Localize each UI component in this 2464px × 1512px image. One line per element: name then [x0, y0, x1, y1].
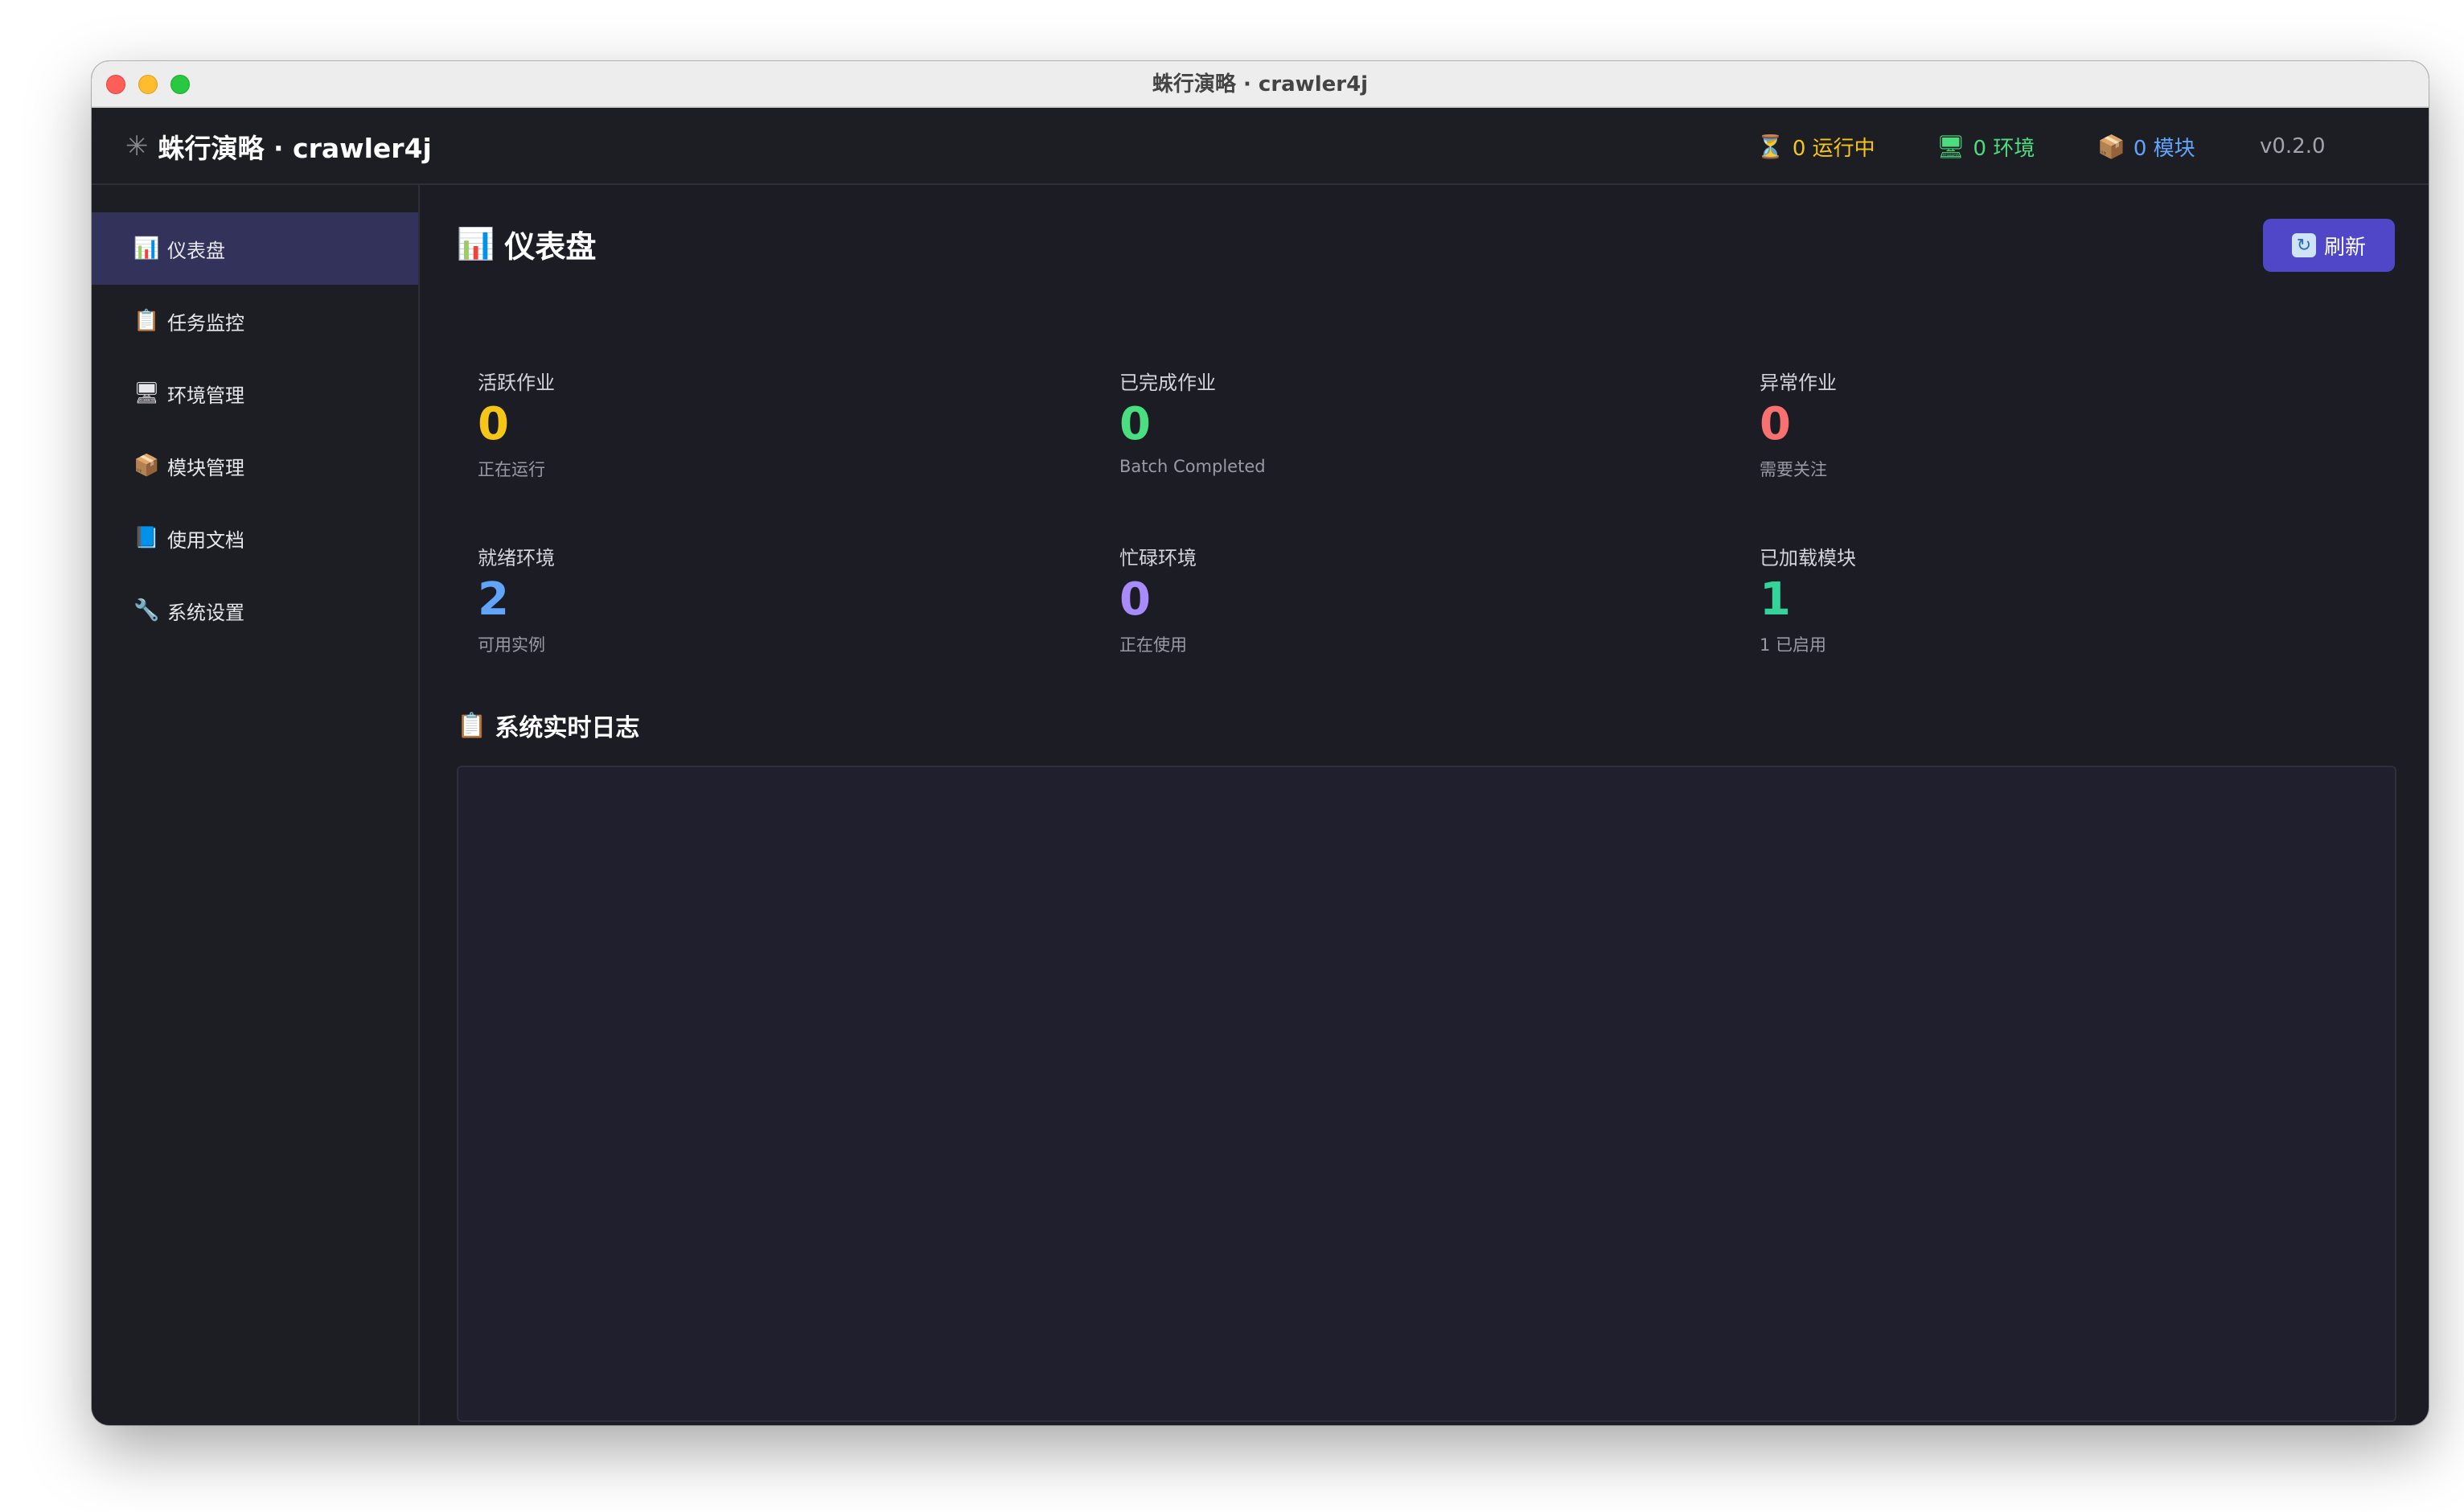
log-section-title: 📋 系统实时日志 [457, 708, 639, 743]
stat-label: 已完成作业 [1119, 372, 1216, 394]
stat-value: 0 [1119, 573, 1151, 626]
environment-status-label: 0 环境 [1973, 136, 2035, 161]
module-status: 📦 0 模块 [2097, 108, 2195, 185]
sidebar-item-label: 仪表盘 [167, 239, 225, 262]
sidebar-item-label: 系统设置 [167, 601, 244, 624]
sidebar-item-environments[interactable]: 🖥 环境管理 [92, 357, 418, 429]
stat-loaded-modules: 已加载模块 1 1 已启用 [1760, 542, 2322, 656]
refresh-icon: ↻ [2291, 233, 2316, 257]
stat-subtext: 正在运行 [478, 460, 545, 479]
stat-completed-jobs: 已完成作业 0 Batch Completed [1119, 367, 1682, 476]
sidebar-item-label: 任务监控 [167, 311, 244, 335]
page-title-text: 仪表盘 [504, 229, 597, 265]
stat-subtext: 1 已启用 [1760, 635, 1827, 655]
bar-chart-icon: 📊 [457, 226, 495, 261]
system-log-panel[interactable] [457, 766, 2396, 1422]
stat-subtext: 正在使用 [1119, 635, 1187, 655]
wrench-icon: 🔧 [133, 598, 160, 622]
stat-value: 0 [1760, 398, 1791, 450]
brand-title: 蛛行演略 · crawler4j [158, 133, 432, 164]
sidebar-item-task-monitor[interactable]: 📋 任务监控 [92, 285, 418, 357]
monitor-icon: 🖥 [1936, 133, 1965, 160]
stat-label: 异常作业 [1760, 372, 1837, 394]
sidebar-item-docs[interactable]: 📘 使用文档 [92, 502, 418, 574]
stat-busy-environments: 忙碌环境 0 正在使用 [1119, 542, 1682, 656]
environment-status: 🖥 0 环境 [1936, 108, 2035, 185]
stat-value: 0 [478, 398, 509, 450]
running-status-label: 0 运行中 [1792, 136, 1875, 161]
stat-ready-environments: 就绪环境 2 可用实例 [478, 542, 1041, 656]
sidebar-item-label: 环境管理 [167, 384, 244, 407]
stat-subtext: Batch Completed [1119, 457, 1266, 476]
main-content: 📊 仪表盘 ↻ 刷新 活跃作业 0 正在运行 已完成作业 0 Batch Com… [421, 185, 2429, 1425]
sidebar-item-label: 使用文档 [167, 528, 244, 552]
stat-active-jobs: 活跃作业 0 正在运行 [478, 367, 1041, 481]
hourglass-icon: ⏳ [1756, 133, 1784, 160]
stat-label: 忙碌环境 [1119, 547, 1197, 569]
sidebar-item-modules[interactable]: 📦 模块管理 [92, 429, 418, 502]
clipboard-icon: 📋 [133, 309, 160, 333]
log-section-title-text: 系统实时日志 [495, 714, 640, 742]
book-icon: 📘 [133, 526, 160, 550]
page-title: 📊 仪表盘 [457, 222, 596, 266]
refresh-button[interactable]: ↻ 刷新 [2263, 219, 2395, 272]
spider-icon: ✳ [125, 130, 149, 162]
brand: ✳ 蛛行演略 · crawler4j [125, 108, 432, 185]
stat-label: 已加载模块 [1760, 547, 1856, 569]
package-icon: 📦 [2097, 133, 2125, 160]
app-window: 蛛行演略 · crawler4j ✳ 蛛行演略 · crawler4j ⏳ 0 … [92, 61, 2429, 1425]
version-label: v0.2.0 [2260, 134, 2326, 158]
refresh-button-label: 刷新 [2323, 234, 2366, 259]
stat-subtext: 需要关注 [1760, 460, 1827, 479]
bar-chart-icon: 📊 [133, 236, 160, 261]
module-status-label: 0 模块 [2133, 136, 2195, 161]
clipboard-icon: 📋 [457, 711, 487, 740]
title-bar: 蛛行演略 · crawler4j [92, 61, 2429, 108]
app-header: ✳ 蛛行演略 · crawler4j ⏳ 0 运行中 🖥 0 环境 📦 0 模块… [92, 108, 2429, 185]
sidebar-item-settings[interactable]: 🔧 系统设置 [92, 574, 418, 647]
window-title: 蛛行演略 · crawler4j [1152, 72, 1369, 97]
stat-value: 0 [1119, 398, 1151, 450]
sidebar-item-dashboard[interactable]: 📊 仪表盘 [92, 212, 418, 285]
stat-label: 就绪环境 [478, 547, 555, 569]
package-icon: 📦 [133, 454, 160, 478]
sidebar: 📊 仪表盘 📋 任务监控 🖥 环境管理 📦 模块管理 📘 使用文档 🔧 系统设置 [92, 185, 420, 1425]
sidebar-item-label: 模块管理 [167, 456, 244, 479]
stat-label: 活跃作业 [478, 372, 555, 394]
stat-value: 1 [1760, 573, 1791, 626]
stat-subtext: 可用实例 [478, 635, 545, 655]
stat-value: 2 [478, 573, 509, 626]
stat-failed-jobs: 异常作业 0 需要关注 [1760, 367, 2322, 481]
monitor-icon: 🖥 [133, 381, 161, 405]
running-status: ⏳ 0 运行中 [1756, 108, 1875, 185]
